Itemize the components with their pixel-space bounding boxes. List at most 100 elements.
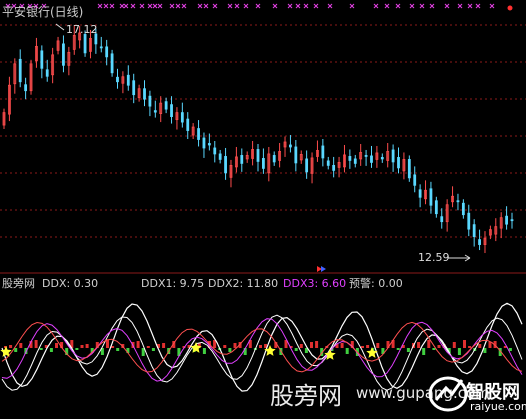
ddx-bar (345, 348, 349, 354)
ddx-bar (55, 343, 58, 348)
ddx-bar (19, 343, 23, 348)
candle-series (2, 25, 514, 254)
ddx-bar (294, 348, 298, 351)
candle-body (407, 159, 411, 179)
candle-body (148, 95, 152, 107)
candle-body (24, 84, 28, 92)
price-annotations (55, 23, 471, 262)
candle-body (213, 147, 217, 155)
signal-cross (227, 3, 233, 9)
ddx-bar (361, 346, 364, 348)
top-right-marker (507, 5, 513, 11)
position-marker-icon-2 (321, 266, 326, 272)
candle-body (326, 160, 330, 166)
signal-cross (197, 3, 203, 9)
candle-body (289, 144, 292, 148)
candle-body (380, 157, 384, 160)
signal-cross (395, 3, 401, 9)
candle-body (305, 158, 309, 173)
ddx-bar (233, 343, 237, 348)
candle-body (126, 74, 130, 86)
signal-cross (109, 3, 115, 9)
candle-body (18, 58, 22, 83)
candle-body (143, 88, 146, 100)
candle-body (510, 219, 514, 222)
candle-body (45, 69, 49, 77)
signal-cross (97, 3, 103, 9)
chart-canvas (0, 3, 526, 412)
watermark-site-name: 股旁网 (270, 382, 342, 410)
ddx-bar (478, 344, 482, 348)
candle-body (472, 224, 476, 238)
candle-body (83, 34, 87, 54)
candle-body (429, 188, 433, 206)
ddx-bar (417, 342, 421, 348)
ddx-bar (457, 348, 461, 355)
candle-body (164, 101, 168, 110)
candle-body (62, 43, 65, 66)
ddx-bar (488, 342, 492, 348)
candle-body (456, 200, 460, 203)
candle-body (170, 104, 173, 117)
signal-cross (203, 3, 209, 9)
signal-cross (181, 3, 187, 9)
ddx-bar (259, 345, 262, 348)
candle-body (321, 145, 325, 159)
ddx2-value: DDX2: 11.80 (208, 277, 279, 290)
ddx-bar (463, 340, 466, 348)
ddx-bar (422, 348, 426, 355)
signal-cross (103, 3, 109, 9)
indicator-line (1, 318, 523, 382)
signal-cross (130, 3, 136, 9)
ddx-bar (228, 348, 232, 352)
signal-cross (119, 3, 125, 9)
signal-cross (419, 3, 425, 9)
ddx-bar (162, 343, 166, 348)
signal-cross (444, 3, 450, 9)
signal-cross (327, 3, 333, 9)
candle-body (364, 155, 368, 157)
ddx1-value: DDX1: 9.75 (141, 277, 205, 290)
signal-cross (175, 3, 181, 9)
candle-body (353, 158, 357, 164)
low-price-label: 12.59 (418, 251, 450, 264)
candle-body (332, 164, 336, 171)
candle-body (202, 137, 206, 149)
candle-body (218, 153, 222, 160)
signal-cross (123, 3, 129, 9)
signal-cross (475, 3, 481, 9)
ddx-bar (85, 344, 89, 348)
ddx-bar (34, 340, 38, 348)
ddx-bar (49, 348, 53, 352)
ddx-bar (223, 345, 227, 348)
signal-cross (272, 3, 278, 9)
candle-body (294, 146, 298, 164)
ddx-bar (427, 340, 431, 348)
signal-cross (373, 3, 379, 9)
ddx-bar (432, 348, 436, 350)
signal-cross (384, 3, 390, 9)
watermark-logo-url: raiyue.com (470, 400, 526, 413)
ddx-value: DDX: 0.30 (42, 277, 99, 290)
signal-cross (409, 3, 415, 9)
candle-body (224, 156, 227, 174)
signal-cross (169, 3, 175, 9)
signal-cross (429, 3, 435, 9)
ddx-bar (202, 348, 206, 354)
signal-cross (212, 3, 218, 9)
candle-body (397, 157, 400, 169)
candle-body (116, 76, 119, 83)
ddx-bar (106, 340, 109, 348)
candle-body (413, 174, 417, 186)
candle-body (348, 156, 352, 161)
signal-cross (152, 3, 158, 9)
ddx-bar (75, 348, 79, 350)
candle-body (240, 155, 244, 164)
signal-cross (457, 3, 463, 9)
ddx-bar (116, 348, 120, 351)
candle-body (272, 155, 276, 163)
signal-cross (313, 3, 319, 9)
ddx-bar (151, 348, 155, 351)
ddx-bar (80, 345, 84, 348)
star-icon (366, 347, 378, 358)
